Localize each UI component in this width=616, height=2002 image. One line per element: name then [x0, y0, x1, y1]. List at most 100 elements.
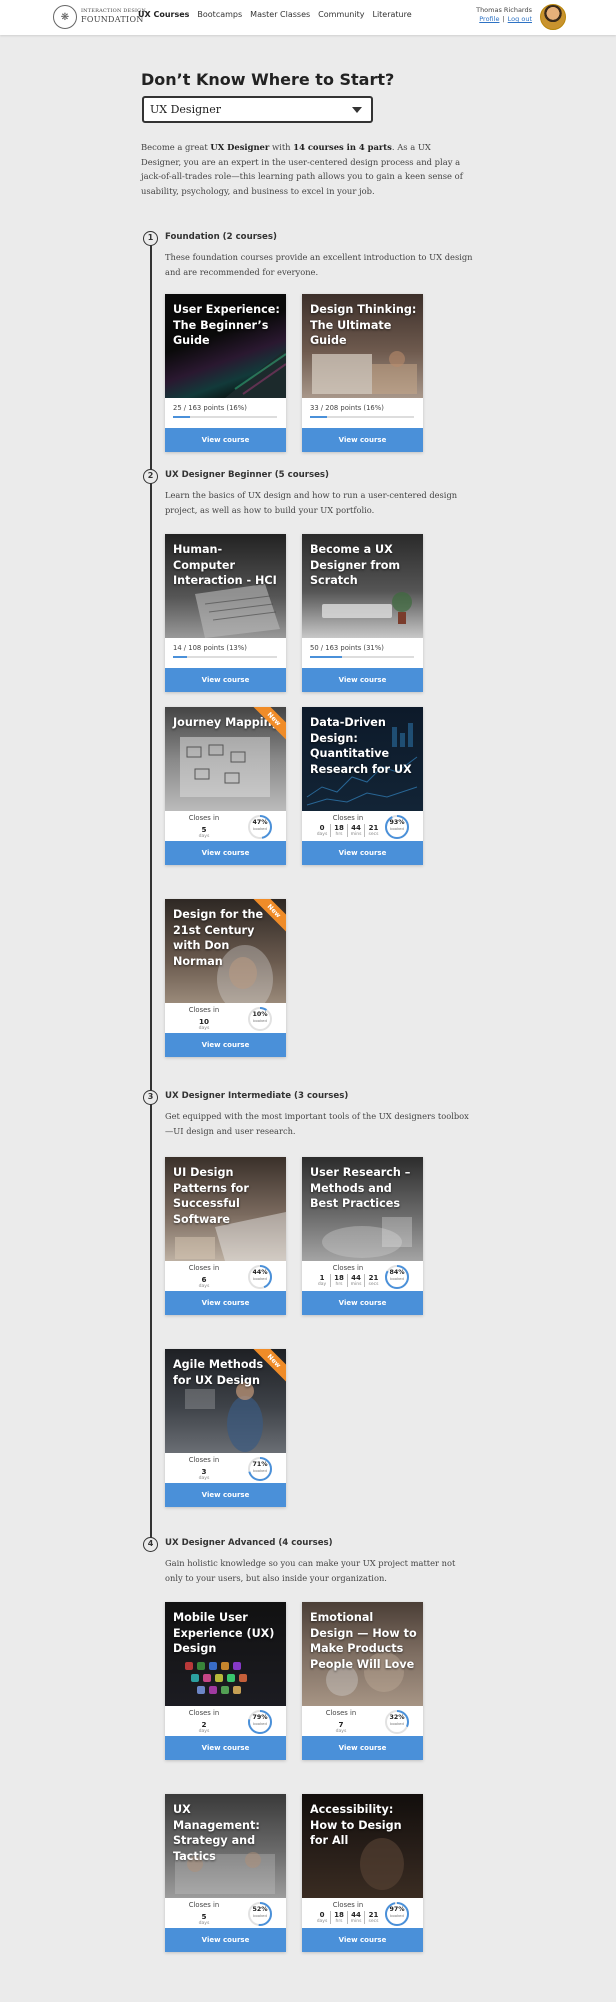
nav-literature[interactable]: Literature	[372, 10, 411, 19]
view-course-button[interactable]: View course	[302, 1291, 423, 1315]
booked-label: booked	[253, 1276, 267, 1281]
booked-label: booked	[390, 1721, 404, 1726]
closes-label: Closes in	[332, 814, 364, 822]
logout-link[interactable]: Log out	[508, 15, 532, 24]
booked-text: 93% booked	[384, 819, 410, 832]
profile-link[interactable]: Profile	[479, 15, 499, 24]
booked-text: 84% booked	[384, 1269, 410, 1282]
course-image: Design for the 21st Century with Don Nor…	[165, 899, 286, 1003]
booked-label: booked	[253, 1018, 267, 1023]
view-course-button[interactable]: View course	[165, 668, 286, 692]
cd-unit: mins	[350, 1282, 362, 1287]
cd-secs: 21	[368, 1274, 379, 1282]
view-course-button[interactable]: View course	[165, 1483, 286, 1507]
closes-days: 2	[201, 1720, 207, 1729]
course-image: UI Design Patterns for Successful Softwa…	[165, 1157, 286, 1261]
section-description: Learn the basics of UX design and how to…	[165, 490, 458, 515]
booked-label: booked	[390, 826, 404, 831]
booked-text: 47% booked	[247, 819, 273, 832]
view-course-button[interactable]: View course	[302, 668, 423, 692]
avatar[interactable]	[540, 4, 566, 30]
course-card[interactable]: UX Management: Strategy and Tactics Clos…	[165, 1794, 286, 1952]
cd-unit: hrs	[335, 1919, 343, 1924]
days-unit: days	[198, 1729, 210, 1734]
timeline-line	[150, 245, 152, 1543]
closes-label: Closes in	[188, 1709, 220, 1717]
course-title: Accessibility: How to Design for All	[310, 1803, 402, 1847]
progress-text: 50 / 163 points (31%)	[310, 644, 384, 652]
section-number-1: 1	[143, 231, 158, 246]
countdown: Closes in 1 day 18 hrs 44 mins 21 secs	[312, 1264, 384, 1287]
view-course-button[interactable]: View course	[302, 428, 423, 452]
booked-text: 44% booked	[247, 1269, 273, 1282]
view-course-button[interactable]: View course	[165, 428, 286, 452]
view-course-button[interactable]: View course	[302, 841, 423, 865]
user-box: Thomas Richards Profile | Log out	[450, 6, 532, 24]
booked-text: 79% booked	[247, 1714, 273, 1727]
course-card[interactable]: Data-Driven Design: Quantitative Researc…	[302, 707, 423, 865]
course-title: Agile Methods for UX Design	[173, 1358, 264, 1387]
view-course-button[interactable]: View course	[165, 1736, 286, 1760]
view-course-button[interactable]: View course	[165, 841, 286, 865]
countdown: Closes in 0 days 18 hrs 44 mins 21 secs	[312, 814, 384, 837]
course-card[interactable]: Become a UX Designer from Scratch 50 / 1…	[302, 534, 423, 692]
course-image: Journey Mapping	[165, 707, 286, 811]
logo-text[interactable]: INTERACTION DESIGN FOUNDATION	[81, 7, 146, 24]
course-card[interactable]: Design Thinking: The Ultimate Guide 33 /…	[302, 294, 423, 452]
cd-hrs: 18	[334, 1274, 344, 1282]
course-card[interactable]: Accessibility: How to Design for All Clo…	[302, 1794, 423, 1952]
course-title: Mobile User Experience (UX) Design	[173, 1611, 275, 1655]
course-card[interactable]: Emotional Design — How to Make Products …	[302, 1602, 423, 1760]
view-course-button[interactable]: View course	[165, 1033, 286, 1057]
cd-unit: secs	[368, 832, 379, 837]
view-course-button[interactable]: View course	[302, 1736, 423, 1760]
section-description: Get equipped with the most important too…	[165, 1111, 469, 1136]
cd-days: 0	[319, 824, 325, 832]
cd-unit: hrs	[335, 1282, 343, 1287]
cd-unit: days	[316, 832, 328, 837]
closes-in: Closes in 3 days	[181, 1456, 227, 1481]
nav-bootcamps[interactable]: Bootcamps	[197, 10, 242, 19]
closes-label: Closes in	[332, 1901, 364, 1909]
booked-label: booked	[253, 826, 267, 831]
nav-ux-courses[interactable]: UX Courses	[138, 10, 189, 19]
top-header: ❋ INTERACTION DESIGN FOUNDATION UX Cours…	[0, 0, 616, 35]
cd-hrs: 18	[334, 1911, 344, 1919]
closes-label: Closes in	[325, 1709, 357, 1717]
logo-icon[interactable]: ❋	[53, 5, 77, 29]
course-card[interactable]: User Research – Methods and Best Practic…	[302, 1157, 423, 1315]
view-course-button[interactable]: View course	[165, 1291, 286, 1315]
course-card[interactable]: Agile Methods for UX Design New Closes i…	[165, 1349, 286, 1507]
closes-days: 3	[201, 1467, 207, 1476]
career-select[interactable]: UX Designer	[142, 96, 373, 123]
view-course-button[interactable]: View course	[302, 1928, 423, 1952]
course-card[interactable]: Design for the 21st Century with Don Nor…	[165, 899, 286, 1057]
cd-mins: 44	[351, 1911, 361, 1919]
closes-in: Closes in 5 days	[181, 814, 227, 839]
intro-count: 14 courses in 4 parts	[293, 142, 392, 152]
progress-bar	[310, 656, 414, 658]
course-card[interactable]: Mobile User Experience (UX) Design Close…	[165, 1602, 286, 1760]
progress-text: 25 / 163 points (16%)	[173, 404, 247, 412]
nav-master-classes[interactable]: Master Classes	[250, 10, 310, 19]
cd-mins: 44	[351, 824, 361, 832]
section-description: Gain holistic knowledge so you can make …	[165, 1558, 456, 1583]
course-image: User Research – Methods and Best Practic…	[302, 1157, 423, 1261]
cd-unit: hrs	[335, 832, 343, 837]
booked-text: 97% booked	[384, 1906, 410, 1919]
nav-community[interactable]: Community	[318, 10, 364, 19]
course-title: Become a UX Designer from Scratch	[310, 543, 401, 587]
course-card[interactable]: Human-Computer Interaction - HCI 14 / 10…	[165, 534, 286, 692]
course-card[interactable]: Journey Mapping New Closes in 5 days 47% bo…	[165, 707, 286, 865]
booked-text: 52% booked	[247, 1906, 273, 1919]
view-course-button[interactable]: View course	[165, 1928, 286, 1952]
closes-label: Closes in	[188, 1901, 220, 1909]
course-card[interactable]: User Experience: The Beginner’s Guide 25…	[165, 294, 286, 452]
closes-label: Closes in	[188, 1456, 220, 1464]
closes-in: Closes in 6 days	[181, 1264, 227, 1289]
course-title: User Experience: The Beginner’s Guide	[173, 303, 280, 347]
main-nav: UX Courses Bootcamps Master Classes Comm…	[138, 10, 412, 19]
booked-label: booked	[390, 1276, 404, 1281]
cd-secs: 21	[368, 1911, 379, 1919]
course-card[interactable]: UI Design Patterns for Successful Softwa…	[165, 1157, 286, 1315]
